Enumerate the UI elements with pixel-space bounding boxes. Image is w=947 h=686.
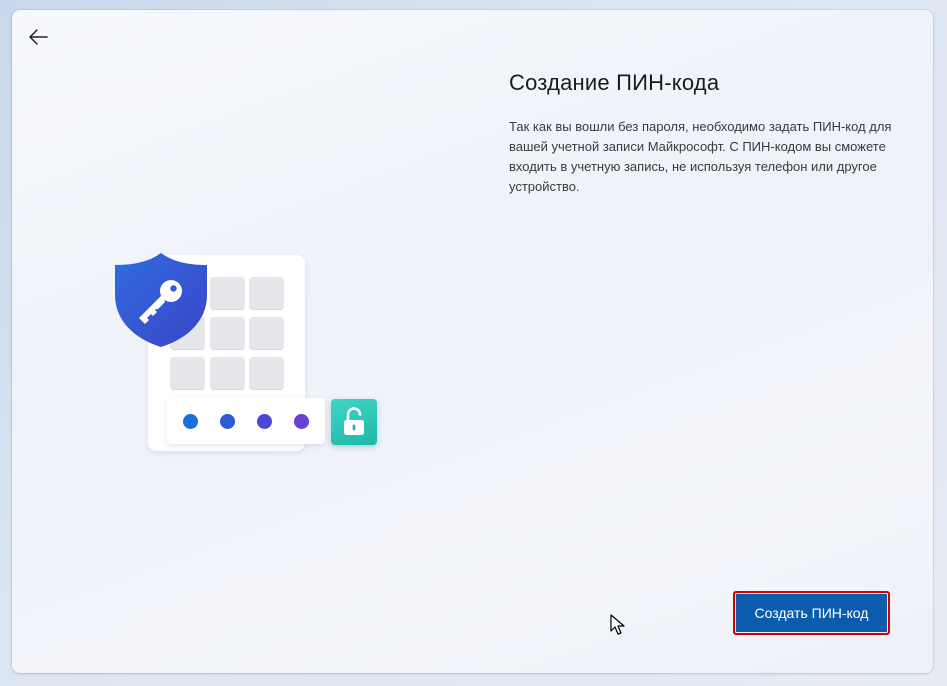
pin-illustration xyxy=(97,238,387,458)
keypad-key xyxy=(210,357,245,390)
create-pin-button[interactable]: Создать ПИН-код xyxy=(733,591,890,635)
page-description: Так как вы вошли без пароля, необходимо … xyxy=(509,119,892,194)
back-button[interactable] xyxy=(24,24,52,50)
pin-entry-field xyxy=(167,398,325,444)
pin-dot xyxy=(183,414,198,429)
keypad-key xyxy=(249,357,284,390)
keypad-key xyxy=(170,357,205,390)
pin-dot xyxy=(294,414,309,429)
page-title: Создание ПИН-кода xyxy=(509,70,720,95)
pin-dot xyxy=(220,414,235,429)
setup-window: Создание ПИН-кода Так как вы вошли без п… xyxy=(12,10,933,673)
pin-dot xyxy=(257,414,272,429)
arrow-left-icon xyxy=(29,29,48,45)
mouse-cursor-icon xyxy=(610,614,625,635)
unlock-icon xyxy=(331,399,377,445)
keypad-key xyxy=(249,317,284,350)
keypad-key xyxy=(210,277,245,310)
keypad-key xyxy=(210,317,245,350)
keypad-key xyxy=(249,277,284,310)
shield-key-icon xyxy=(113,251,209,349)
